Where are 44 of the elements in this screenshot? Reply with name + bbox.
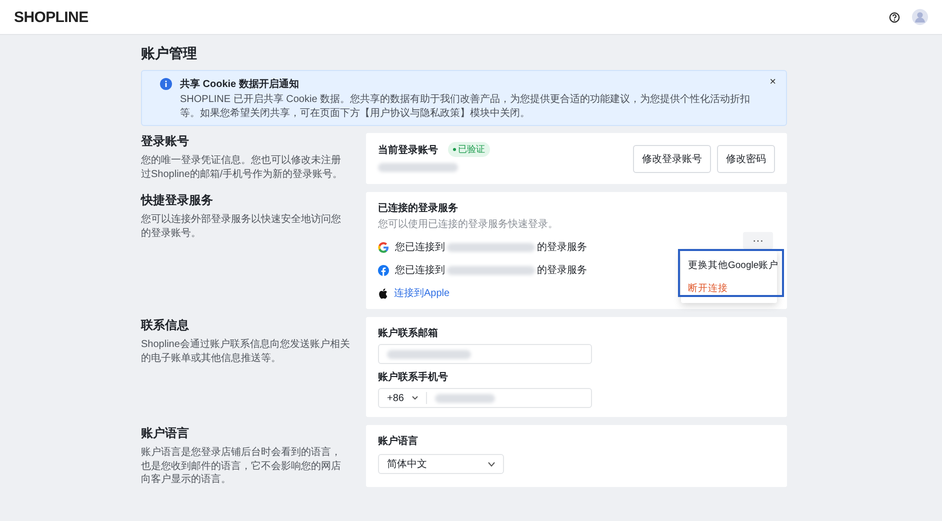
section-title: 登录账号 [141, 133, 190, 150]
section-description: 账户语言是您登录店铺后台时会看到的语言，也是您收到邮件的语言，它不会影响您的网店向客户显示的语言。 [141, 446, 342, 486]
service-text: 您已连接到 [395, 240, 445, 254]
page-title: 账户管理 [141, 45, 198, 63]
notice-text: SHOPLINE 已开启共享 Cookie 数据。您共享的数据有助于我们改善产品，为您提供更合适的功能建议，为您提供个性化活动折扣等。如果您希望关闭共享，可在页面下方【用户协议与隐私政策】模块中关闭。 [180, 93, 752, 120]
avatar-icon[interactable] [912, 9, 928, 25]
google-logo-icon [378, 242, 389, 252]
email-field[interactable] [378, 344, 592, 364]
info-icon [160, 78, 172, 90]
helper-text: 您可以使用已连接的登录服务快速登录。 [378, 218, 559, 231]
menu-item[interactable]: 更换其他Google账户 [681, 254, 777, 277]
section-title: 联系信息 [141, 317, 190, 334]
blurred-phone [434, 394, 495, 402]
service-text: 您已连接到 [395, 264, 445, 277]
connect-link[interactable]: 连接到Apple [394, 286, 450, 300]
service-text: 的登录服务 [537, 241, 587, 254]
section-description: 您的唯一登录凭证信息。您也可以修改未注册过Shopline的邮箱/手机号作为新的登录账号。 [141, 154, 344, 181]
section-title: 快捷登录服务 [141, 192, 214, 209]
country-code[interactable]: +86 [387, 392, 404, 404]
service-text: 的登录服务 [537, 264, 587, 277]
section-title: 账户语言 [141, 425, 190, 442]
help-icon[interactable] [889, 12, 900, 22]
phone-field[interactable]: +86 [378, 388, 592, 408]
field-label: 已连接的登录服务 [378, 202, 459, 215]
facebook-logo-icon [378, 264, 389, 276]
more-button[interactable]: ··· [743, 232, 773, 249]
field-label: 当前登录账号 [378, 144, 438, 156]
field-label: 账户联系手机号 [378, 370, 449, 384]
chevron-down-icon [412, 396, 418, 400]
brand-logo[interactable]: SHOPLINE [14, 8, 88, 26]
section-description: Shopline会通过账户联系信息向您发送账户相关的电子账单或其他信息推送等。 [141, 338, 350, 365]
field-label: 账户语言 [378, 434, 419, 448]
apple-logo-icon [378, 288, 388, 298]
section-description: 您可以连接外部登录服务以快速安全地访问您的登录账号。 [141, 213, 342, 240]
language-select[interactable]: 简体中文 [378, 454, 504, 474]
notice-title: 共享 Cookie 数据开启通知 [180, 77, 299, 91]
field-label: 账户联系邮箱 [378, 326, 439, 340]
close-button[interactable]: × [770, 76, 776, 88]
menu-item[interactable]: 断开连接 [681, 277, 777, 300]
action-button[interactable]: 修改密码 [717, 144, 775, 172]
action-button[interactable]: 修改登录账号 [633, 144, 711, 172]
verified-badge: 已验证 [448, 142, 490, 157]
chevron-down-icon [488, 462, 495, 466]
select-value: 简体中文 [387, 458, 427, 471]
